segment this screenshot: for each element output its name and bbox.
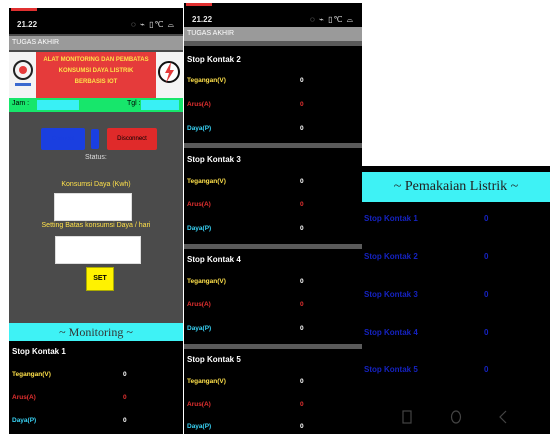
status-time: 21.22 (17, 20, 38, 29)
status-label: Status: (85, 154, 107, 161)
arus-value: 0 (123, 394, 127, 401)
circle-icon[interactable] (450, 410, 462, 424)
tegangan-value: 0 (300, 178, 304, 185)
konsumsi-label: Konsumsi Daya (Kwh) (61, 181, 131, 188)
pemakaian-row-value-4: 0 (484, 328, 489, 337)
section-divider (184, 244, 362, 249)
app-header-title: ALAT MONITORING DAN PEMBATAS KONSUMSI DA… (36, 52, 156, 98)
daya-value: 0 (300, 125, 304, 132)
app-header: ALAT MONITORING DAN PEMBATAS KONSUMSI DA… (9, 52, 183, 98)
app-title-bar: TUGAS AKHIR (184, 27, 362, 41)
konsumsi-display (54, 193, 132, 221)
status-time: 21.22 (192, 15, 213, 24)
jam-value (37, 100, 79, 110)
header-title-line-2: KONSUMSI DAYA LISTRIK (58, 68, 134, 74)
date-time-bar: Jam : Tgl : (9, 98, 183, 112)
header-title-line-1: ALAT MONITORING DAN PEMBATAS (43, 57, 149, 63)
electric-logo-icon (158, 61, 180, 83)
tgl-value (141, 100, 179, 110)
jam-label: Jam : (12, 100, 30, 107)
arus-value: 0 (300, 301, 304, 308)
status-icons: ◌ ⌁ ▯℃ ⌓ (131, 20, 175, 29)
daya-label: Daya(P) (12, 417, 37, 424)
back-triangle-icon[interactable] (498, 410, 508, 424)
tegangan-value: 0 (300, 278, 304, 285)
arus-value: 0 (300, 201, 304, 208)
stop-kontak-3-title: Stop Kontak 3 (187, 155, 241, 164)
phone-screen-monitoring: 21.22 ◌ ⌁ ▯℃ ⌓ TUGAS AKHIR Stop Kontak 2… (184, 3, 362, 434)
status-icons: ◌ ⌁ ▯℃ ⌓ (310, 15, 354, 24)
disconnect-button[interactable]: Disconnect (107, 128, 157, 150)
pemakaian-row-value-3: 0 (484, 290, 489, 299)
monitoring-header: ~ Monitoring ~ (9, 323, 183, 341)
daya-value: 0 (300, 423, 304, 430)
pemakaian-row-label-4: Stop Kontak 4 (364, 328, 418, 337)
status-indicator (11, 8, 37, 11)
header-title-line-3: BERBASIS IOT (74, 79, 118, 85)
daya-value: 0 (300, 225, 304, 232)
set-button[interactable]: SET (86, 267, 114, 291)
pemakaian-row-label-1: Stop Kontak 1 (364, 214, 418, 223)
pemakaian-row-label-3: Stop Kontak 3 (364, 290, 418, 299)
arus-label: Arus(A) (12, 394, 36, 401)
status-bar: 21.22 ◌ ⌁ ▯℃ ⌓ (9, 8, 183, 34)
tgl-label: Tgl : (127, 100, 141, 107)
stop-kontak-2-title: Stop Kontak 2 (187, 55, 241, 64)
section-divider (184, 143, 362, 148)
stop-kontak-1-section: Stop Kontak 1 Tegangan(V) 0 Arus(A) 0 Da… (9, 341, 183, 434)
tegangan-label: Tegangan(V) (12, 371, 51, 378)
daya-label: Daya(P) (187, 125, 212, 132)
section-title: Stop Kontak 1 (12, 347, 66, 356)
square-icon[interactable] (402, 410, 412, 424)
tegangan-label: Tegangan(V) (187, 178, 226, 185)
daya-value: 0 (123, 417, 127, 424)
arus-label: Arus(A) (187, 101, 211, 108)
app-title-bar: TUGAS AKHIR (9, 36, 183, 50)
arus-label: Arus(A) (187, 401, 211, 408)
pemakaian-row-value-1: 0 (484, 214, 489, 223)
arus-value: 0 (300, 101, 304, 108)
stop-kontak-4-title: Stop Kontak 4 (187, 255, 241, 264)
daya-label: Daya(P) (187, 325, 212, 332)
phone-screen-pemakaian: ~ Pemakaian Listrik ~ Stop Kontak 1 0 St… (362, 166, 550, 434)
tegangan-value: 0 (123, 371, 127, 378)
pemakaian-row-value-5: 0 (484, 365, 489, 374)
pemakaian-row-label-2: Stop Kontak 2 (364, 252, 418, 261)
connection-indicator (91, 129, 99, 149)
batas-input[interactable] (55, 236, 141, 264)
arus-value: 0 (300, 401, 304, 408)
setting-label: Setting Batas konsumsi Daya / hari (41, 222, 151, 229)
connect-button[interactable]: Connect (41, 128, 85, 150)
daya-label: Daya(P) (187, 423, 212, 430)
section-divider (184, 41, 362, 46)
tegangan-label: Tegangan(V) (187, 77, 226, 84)
daya-label: Daya(P) (187, 225, 212, 232)
university-logo-icon (13, 60, 33, 86)
pemakaian-header: ~ Pemakaian Listrik ~ (362, 172, 550, 202)
daya-value: 0 (300, 325, 304, 332)
tegangan-value: 0 (300, 378, 304, 385)
arus-label: Arus(A) (187, 201, 211, 208)
tegangan-label: Tegangan(V) (187, 278, 226, 285)
stop-kontak-5-title: Stop Kontak 5 (187, 355, 241, 364)
status-bar: 21.22 ◌ ⌁ ▯℃ ⌓ (184, 3, 362, 29)
arus-label: Arus(A) (187, 301, 211, 308)
status-indicator (186, 3, 212, 6)
pemakaian-row-value-2: 0 (484, 252, 489, 261)
section-divider (184, 344, 362, 349)
tegangan-value: 0 (300, 77, 304, 84)
phone-screen-main: 21.22 ◌ ⌁ ▯℃ ⌓ TUGAS AKHIR ALAT MONITORI… (9, 8, 183, 434)
pemakaian-row-label-5: Stop Kontak 5 (364, 365, 418, 374)
tegangan-label: Tegangan(V) (187, 378, 226, 385)
